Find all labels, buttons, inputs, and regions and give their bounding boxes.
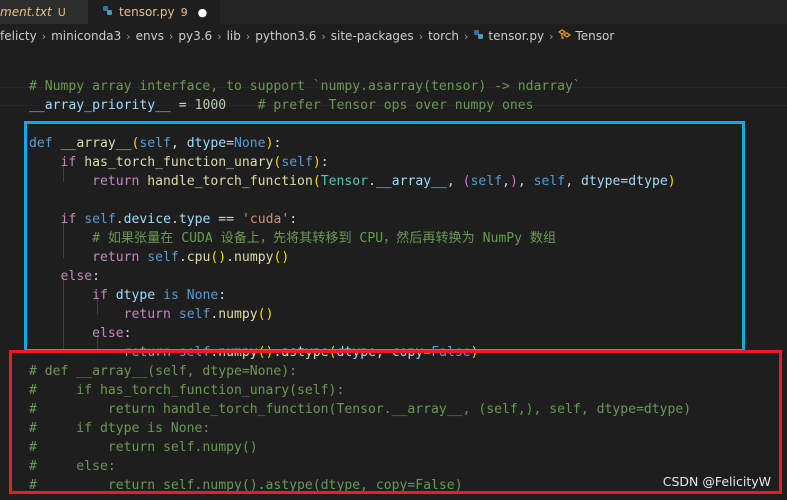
- breadcrumb: felicty › miniconda3 › envs › py3.6 › li…: [0, 24, 787, 48]
- python-file-icon: [473, 29, 484, 43]
- chevron-right-icon: ›: [217, 29, 222, 43]
- unsaved-dot-icon[interactable]: ●: [198, 6, 208, 19]
- tab-label: ment.txt: [0, 5, 52, 19]
- chevron-right-icon: ›: [549, 29, 554, 43]
- chevron-right-icon: ›: [168, 29, 174, 43]
- chevron-right-icon: ›: [126, 29, 131, 43]
- code-line[interactable]: __array_priority__ = 1000 # prefer Tenso…: [29, 96, 534, 115]
- git-status-badge: U: [57, 5, 66, 19]
- tab-tensor-py[interactable]: tensor.py 9 ●: [88, 0, 220, 24]
- chevron-right-icon: ›: [245, 29, 251, 43]
- python-file-icon: [102, 5, 113, 19]
- breadcrumb-item[interactable]: tensor.py: [488, 29, 544, 43]
- chevron-right-icon: ›: [321, 29, 326, 43]
- class-symbol-icon: [558, 29, 572, 43]
- breadcrumb-item[interactable]: py3.6: [178, 29, 212, 43]
- breadcrumb-item[interactable]: miniconda3: [51, 29, 121, 43]
- chevron-right-icon: ›: [464, 29, 469, 43]
- problems-count-badge: 9: [180, 5, 188, 19]
- code-line[interactable]: # Numpy array interface, to support `num…: [29, 77, 581, 96]
- watermark: CSDN @FelicityW: [662, 474, 771, 489]
- breadcrumb-item[interactable]: lib: [227, 29, 241, 43]
- highlight-box-red: [9, 350, 782, 494]
- breadcrumb-item[interactable]: python3.6: [255, 29, 316, 43]
- highlight-box-blue: [24, 121, 745, 352]
- breadcrumb-item[interactable]: envs: [136, 29, 164, 43]
- tab-bar: ment.txt U tensor.py 9 ●: [0, 0, 787, 24]
- breadcrumb-item[interactable]: site-packages: [331, 29, 414, 43]
- tab-ment-txt[interactable]: ment.txt U: [0, 0, 88, 24]
- breadcrumb-item[interactable]: torch: [428, 29, 459, 43]
- breadcrumb-item[interactable]: Tensor: [575, 29, 614, 43]
- breadcrumb-item[interactable]: felicty: [0, 29, 37, 43]
- chevron-right-icon: ›: [41, 29, 47, 43]
- chevron-right-icon: ›: [418, 29, 424, 43]
- tab-label: tensor.py: [119, 5, 175, 19]
